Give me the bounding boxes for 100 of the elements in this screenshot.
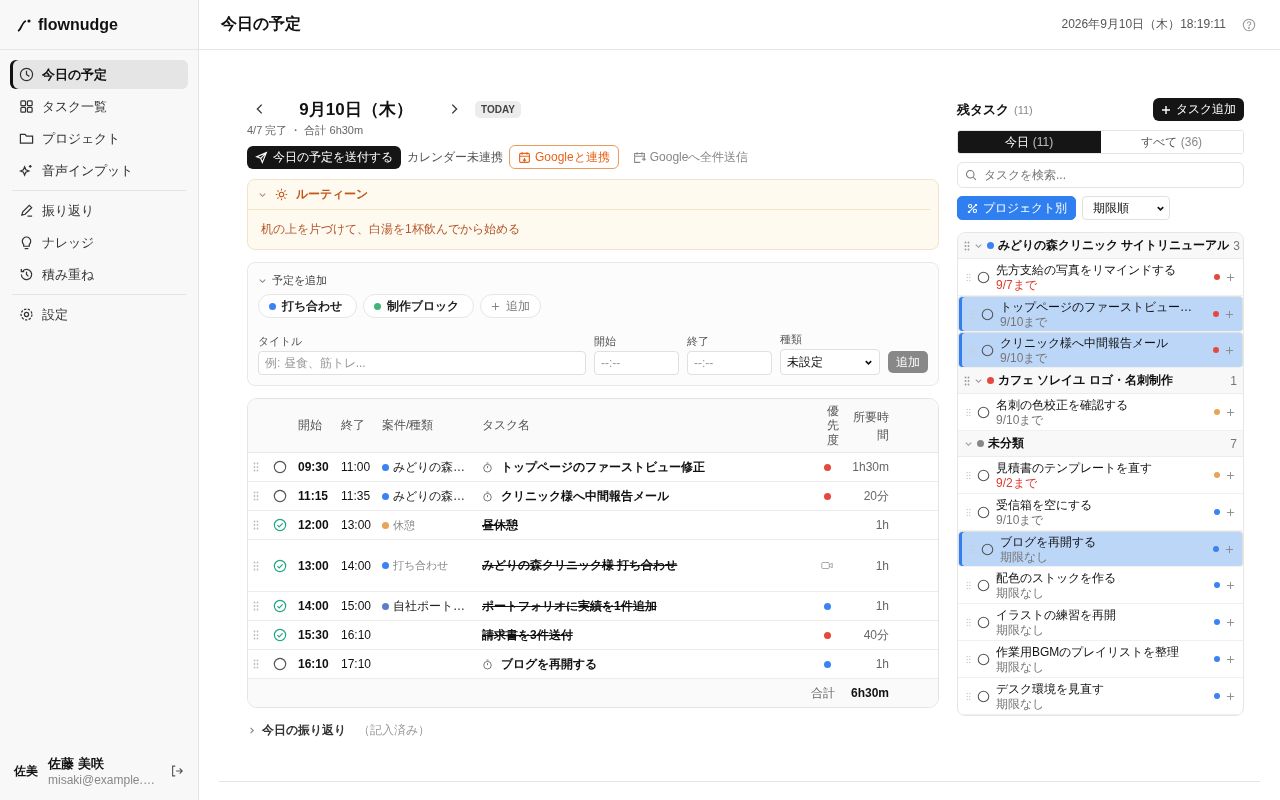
drag-handle-icon [966, 272, 971, 282]
checkbox[interactable] [977, 615, 990, 629]
task-item[interactable]: クリニック様へ中間報告メール 9/10まで [958, 332, 1243, 368]
drag-handle-icon[interactable] [253, 462, 259, 472]
plus-icon[interactable] [1226, 580, 1235, 590]
add-button[interactable]: 追加 [888, 351, 928, 373]
task-name: クリニック様へ中間報告メール [501, 487, 669, 505]
task-item[interactable]: イラストの練習を再開 期限なし [958, 604, 1243, 641]
stopwatch-icon[interactable] [482, 658, 493, 670]
send-schedule-button[interactable]: 今日の予定を送付する [247, 145, 401, 169]
checkbox[interactable] [977, 468, 990, 482]
task-item[interactable]: トップページのファーストビュー… 9/10まで [958, 296, 1243, 332]
plus-icon[interactable] [1226, 617, 1235, 627]
plus-icon[interactable] [1226, 691, 1235, 701]
google-connect-button[interactable]: Googleと連携 [509, 145, 619, 169]
project-group-header[interactable]: みどりの森クリニック サイトリニューアル 3 [958, 233, 1243, 259]
checkbox[interactable] [981, 307, 994, 321]
nav-item[interactable]: 設定 [10, 300, 188, 329]
lightbulb-icon [19, 235, 34, 250]
checkbox[interactable] [977, 652, 990, 666]
add-task-button[interactable]: タスク追加 [1153, 98, 1244, 121]
field-label: 終了 [687, 334, 710, 349]
nav-item[interactable]: プロジェクト [10, 124, 188, 153]
task-item[interactable]: 配色のストックを作る 期限なし [958, 567, 1243, 604]
reflection-toggle[interactable]: 今日の振り返り （記入済み） [247, 722, 939, 739]
plus-icon[interactable] [1225, 544, 1234, 554]
checkbox[interactable] [977, 505, 990, 519]
nav-item[interactable]: 振り返り [10, 196, 188, 225]
drag-handle-icon[interactable] [253, 520, 259, 530]
field-label: 開始 [594, 334, 617, 349]
end-time-field[interactable]: --:-- [687, 351, 772, 375]
drag-handle-icon[interactable] [253, 601, 259, 611]
stopwatch-icon[interactable] [482, 490, 493, 502]
nav-item[interactable]: 積み重ね [10, 260, 188, 289]
task-item[interactable]: ブログを再開する 期限なし [958, 531, 1243, 567]
plus-icon[interactable] [1225, 345, 1234, 355]
search-field[interactable]: タスクを検索... [957, 162, 1244, 188]
nav-item[interactable]: ナレッジ [10, 228, 188, 257]
calendar-icon [518, 150, 531, 164]
drag-handle-icon[interactable] [253, 630, 259, 640]
send-icon [255, 150, 268, 164]
checkbox[interactable] [977, 578, 990, 592]
total-label: 合計 [811, 684, 835, 702]
filter-tab[interactable]: 今日 (11) [958, 131, 1101, 153]
task-item[interactable]: 見積書のテンプレートを直す 9/2まで [958, 457, 1243, 494]
drag-handle-icon [966, 580, 971, 590]
drag-handle-icon [970, 544, 975, 554]
checkbox[interactable] [273, 657, 287, 671]
preset-chip[interactable]: 打ち合わせ [258, 294, 357, 318]
project-group-header[interactable]: 未分類 7 [958, 431, 1243, 457]
nav-item[interactable]: 今日の予定 [10, 60, 188, 89]
plus-icon[interactable] [1226, 407, 1235, 417]
project-group-header[interactable]: カフェ ソレイユ ロゴ・名刺制作 1 [958, 368, 1243, 394]
due-date: 期限なし [996, 660, 1044, 675]
checkbox[interactable] [977, 270, 990, 284]
category-label: みどりの森… [382, 458, 482, 476]
plus-icon[interactable] [1226, 470, 1235, 480]
drag-handle-icon[interactable] [253, 560, 259, 571]
checkbox[interactable] [977, 405, 990, 419]
due-date: 9/7まで [996, 278, 1037, 293]
plus-icon[interactable] [1226, 507, 1235, 517]
checkbox[interactable] [977, 689, 990, 703]
logout-icon[interactable] [170, 764, 184, 778]
collapse-icon[interactable] [258, 276, 267, 285]
stopwatch-icon[interactable] [482, 461, 493, 473]
plus-icon[interactable] [1225, 309, 1234, 319]
checkbox[interactable] [981, 343, 994, 357]
checkbox[interactable] [273, 599, 287, 613]
task-item[interactable]: 作業用BGMのプレイリストを整理 期限なし [958, 641, 1243, 678]
checkbox[interactable] [981, 542, 994, 556]
plus-icon[interactable] [1226, 272, 1235, 282]
column-header: 終了 [341, 417, 366, 434]
logo-icon [16, 17, 32, 32]
plus-icon[interactable] [1226, 654, 1235, 664]
start-time-field[interactable]: --:-- [594, 351, 679, 375]
current-datetime: 2026年9月10日（木）18:19:11 [1061, 16, 1226, 33]
drag-handle-icon[interactable] [253, 491, 259, 501]
task-item[interactable]: デスク環境を見直す 期限なし [958, 678, 1243, 715]
due-date: 9/10まで [1000, 351, 1048, 366]
preset-chip[interactable]: 制作ブロック [363, 294, 474, 318]
add-preset-button[interactable]: 追加 [480, 294, 541, 318]
drag-handle-icon [964, 240, 970, 251]
checkbox[interactable] [273, 518, 287, 532]
checkbox[interactable] [273, 558, 287, 573]
title-field[interactable]: 例: 昼食、筋トレ... [258, 351, 586, 375]
field-label: タイトル [258, 334, 303, 349]
checkbox[interactable] [273, 460, 287, 474]
checkbox[interactable] [273, 489, 287, 503]
task-title: 見積書のテンプレートを直す [996, 459, 1152, 477]
help-icon[interactable] [1242, 17, 1256, 32]
task-name: ブログを再開する [501, 655, 597, 673]
sparkle-icon [19, 163, 34, 178]
type-select[interactable]: 未設定 [780, 349, 880, 375]
nav-item[interactable]: 音声インプット [10, 156, 188, 185]
drag-handle-icon[interactable] [253, 659, 259, 669]
collapse-icon[interactable] [258, 190, 267, 199]
group-by-project-toggle[interactable]: プロジェクト別 [957, 196, 1076, 220]
nav-item[interactable]: タスク一覧 [10, 92, 188, 121]
sort-select[interactable]: 期限順 [1082, 196, 1170, 220]
checkbox[interactable] [273, 628, 287, 642]
